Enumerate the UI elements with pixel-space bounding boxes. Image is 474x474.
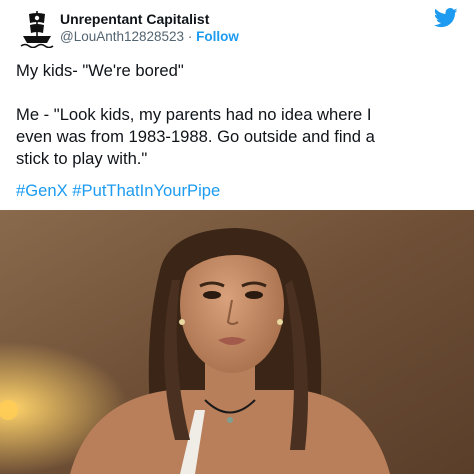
woman-portrait-photo	[0, 210, 474, 474]
pirate-ship-icon[interactable]	[20, 8, 54, 48]
tweet-line: stick to play with."	[16, 149, 148, 168]
portrait-illustration	[0, 210, 474, 474]
tweet-line: Me - "Look kids, my parents had no idea …	[16, 105, 372, 124]
hashtag-row: #GenX #PutThatInYourPipe	[16, 180, 220, 202]
twitter-bird-icon[interactable]	[434, 8, 458, 28]
tweet-line: My kids- "We're bored"	[16, 61, 184, 80]
follow-link[interactable]: Follow	[196, 29, 239, 44]
hashtag-genx[interactable]: #GenX	[16, 181, 68, 200]
user-handle[interactable]: @LouAnth12828523	[60, 29, 184, 44]
display-name[interactable]: Unrepentant Capitalist	[60, 11, 209, 27]
handle-row: @LouAnth12828523 · Follow	[60, 29, 239, 44]
tweet-header: Unrepentant Capitalist @LouAnth12828523 …	[16, 8, 458, 48]
handle-separator: ·	[184, 29, 197, 44]
tweet-line: even was from 1983-1988. Go outside and …	[16, 127, 375, 146]
meme-frame: Unrepentant Capitalist @LouAnth12828523 …	[0, 0, 474, 474]
hashtag-putthatinyourpipe[interactable]: #PutThatInYourPipe	[72, 181, 220, 200]
tweet-card: Unrepentant Capitalist @LouAnth12828523 …	[0, 0, 474, 210]
tweet-body: My kids- "We're bored" Me - "Look kids, …	[16, 60, 462, 170]
